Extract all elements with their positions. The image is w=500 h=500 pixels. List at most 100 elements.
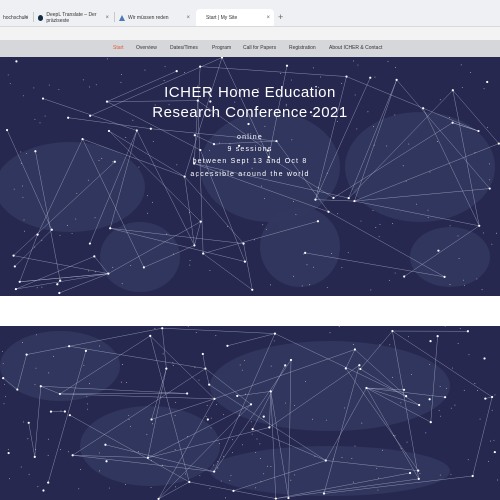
network-node bbox=[15, 60, 18, 63]
network-node bbox=[175, 70, 178, 73]
network-node bbox=[417, 469, 420, 472]
city-light bbox=[309, 284, 311, 286]
city-light bbox=[174, 415, 176, 417]
network-node bbox=[477, 129, 480, 133]
city-light bbox=[120, 381, 122, 383]
city-light bbox=[229, 143, 231, 145]
city-light bbox=[370, 289, 372, 291]
city-light bbox=[325, 419, 327, 421]
city-light bbox=[22, 341, 23, 343]
network-node bbox=[236, 394, 239, 398]
city-light bbox=[260, 481, 262, 483]
city-light bbox=[256, 438, 258, 440]
network-node bbox=[104, 443, 107, 446]
city-light bbox=[331, 253, 333, 254]
nav-item-about-contact[interactable]: About ICHER & Contact bbox=[329, 45, 382, 51]
network-node bbox=[251, 428, 254, 431]
nav-item-overview[interactable]: Overview bbox=[136, 45, 157, 51]
city-light bbox=[80, 469, 82, 471]
city-light bbox=[336, 121, 338, 122]
city-light bbox=[317, 186, 319, 188]
city-light bbox=[87, 179, 89, 181]
city-light bbox=[361, 422, 363, 424]
city-light bbox=[163, 80, 165, 82]
city-light bbox=[265, 228, 267, 230]
network-node bbox=[284, 364, 287, 367]
city-light bbox=[99, 470, 101, 472]
city-light bbox=[223, 414, 224, 416]
city-light bbox=[164, 66, 166, 68]
city-light bbox=[436, 141, 438, 142]
city-light bbox=[36, 287, 38, 289]
city-light bbox=[244, 393, 246, 395]
city-light bbox=[253, 239, 255, 241]
city-light bbox=[174, 449, 176, 451]
city-light bbox=[337, 213, 339, 215]
browser-tab-4-active[interactable]: Start | My Site × bbox=[196, 9, 274, 26]
network-node bbox=[2, 377, 5, 380]
city-light bbox=[172, 364, 174, 366]
network-node bbox=[14, 287, 17, 291]
city-light bbox=[39, 122, 41, 124]
browser-tab-2[interactable]: DeepL Translate – Der präziseste × bbox=[35, 9, 113, 26]
city-light bbox=[189, 259, 191, 261]
city-light bbox=[476, 278, 478, 280]
nav-item-program[interactable]: Program bbox=[212, 45, 231, 51]
network-node bbox=[324, 459, 327, 462]
city-light bbox=[481, 289, 483, 291]
new-tab-button[interactable]: + bbox=[278, 12, 283, 22]
city-light bbox=[188, 212, 190, 214]
city-light bbox=[260, 185, 262, 187]
city-light bbox=[294, 474, 296, 476]
close-icon[interactable]: × bbox=[186, 15, 190, 21]
city-light bbox=[128, 414, 130, 416]
city-light bbox=[120, 81, 122, 83]
network-node bbox=[165, 367, 168, 370]
network-node bbox=[39, 385, 42, 388]
network-node bbox=[486, 80, 489, 84]
network-node bbox=[71, 454, 74, 457]
city-light bbox=[13, 188, 15, 190]
city-light bbox=[332, 458, 334, 460]
city-light bbox=[231, 439, 233, 441]
city-light bbox=[206, 405, 208, 406]
nav-item-start[interactable]: Start bbox=[113, 45, 124, 51]
city-light bbox=[147, 212, 149, 214]
city-light bbox=[37, 486, 39, 488]
nav-item-call-for-papers[interactable]: Call for Papers bbox=[243, 45, 276, 51]
close-icon[interactable]: × bbox=[266, 15, 270, 21]
city-light bbox=[353, 481, 354, 483]
city-light bbox=[161, 464, 163, 466]
city-light bbox=[262, 224, 264, 226]
nav-item-dates-times[interactable]: Dates/Times bbox=[170, 45, 198, 51]
city-light bbox=[373, 126, 374, 128]
network-node bbox=[262, 415, 265, 418]
city-light bbox=[457, 235, 459, 237]
nav-item-registration[interactable]: Registration bbox=[289, 45, 316, 51]
city-light bbox=[375, 227, 377, 228]
city-light bbox=[7, 74, 9, 76]
city-light bbox=[351, 458, 353, 459]
city-light bbox=[305, 380, 306, 382]
city-light bbox=[144, 69, 146, 71]
city-light bbox=[94, 217, 96, 219]
city-light bbox=[187, 436, 189, 437]
city-light bbox=[405, 180, 407, 182]
network-node bbox=[359, 367, 362, 371]
city-light bbox=[489, 179, 491, 181]
city-light bbox=[239, 364, 241, 366]
network-node bbox=[428, 398, 431, 401]
city-light bbox=[429, 364, 431, 366]
city-light bbox=[387, 60, 389, 62]
city-light bbox=[393, 435, 395, 436]
close-icon[interactable]: × bbox=[105, 15, 109, 21]
browser-tab-3[interactable]: Wir müssen reden × bbox=[116, 9, 194, 26]
close-icon[interactable]: × bbox=[24, 15, 28, 21]
city-light bbox=[3, 403, 5, 405]
network-node bbox=[107, 129, 111, 133]
network-node bbox=[199, 65, 202, 68]
city-light bbox=[121, 74, 122, 76]
city-light bbox=[295, 213, 297, 215]
browser-tab-1[interactable]: hochschule × bbox=[0, 9, 32, 26]
city-light bbox=[87, 408, 89, 410]
